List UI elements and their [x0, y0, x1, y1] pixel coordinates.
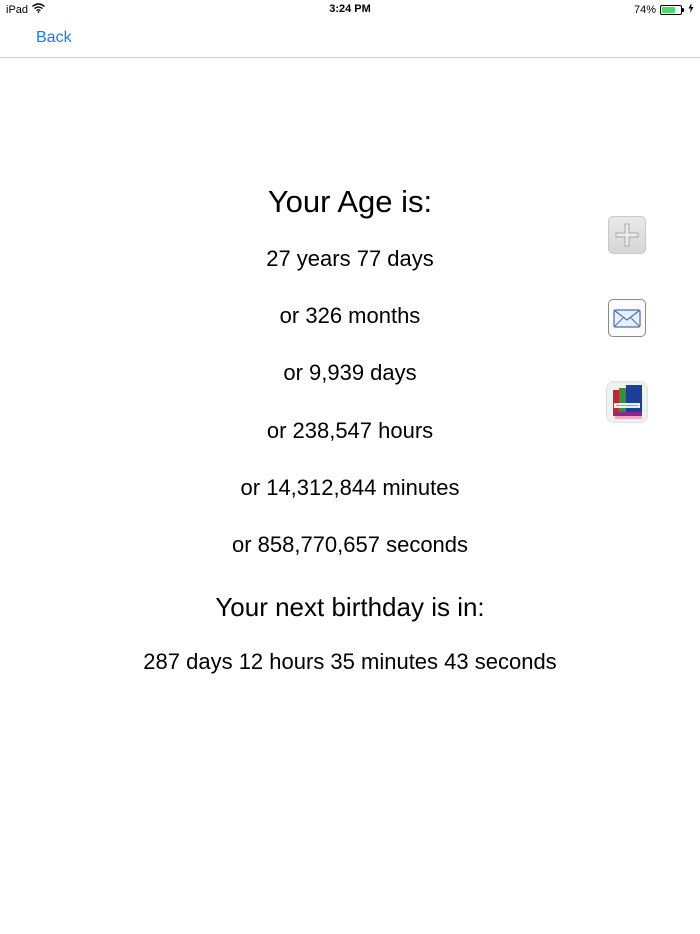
age-heading: Your Age is: — [267, 184, 433, 219]
back-button[interactable]: Back — [36, 29, 72, 47]
status-right: 74% — [634, 3, 694, 16]
battery-body — [660, 4, 682, 15]
navigation-bar: Back — [0, 20, 700, 58]
age-hours: or 238,547 hours — [266, 418, 434, 443]
age-years-days: 27 years 77 days — [266, 246, 434, 271]
age-minutes: or 14,312,844 minutes — [240, 475, 460, 500]
status-bar: iPad 3:24 PM 74% — [0, 0, 700, 20]
charging-icon — [688, 3, 694, 16]
battery-fill — [662, 6, 675, 13]
battery-percent: 74% — [633, 3, 656, 16]
mail-button[interactable] — [608, 299, 646, 337]
add-button[interactable] — [608, 216, 646, 254]
age-seconds: or 858,770,657 seconds — [231, 532, 469, 557]
birthday-heading: Your next birthday is in: — [215, 592, 485, 622]
envelope-icon — [609, 309, 645, 340]
battery-icon — [660, 4, 684, 15]
foxy-papers-app-button[interactable] — [606, 381, 648, 423]
plus-icon — [609, 223, 645, 257]
age-months: or 326 months — [279, 303, 421, 328]
foxy-papers-app-icon — [607, 385, 647, 422]
age-days: or 9,939 days — [283, 360, 417, 385]
status-time: 3:24 PM — [329, 3, 371, 15]
birthday-countdown: 287 days 12 hours 35 minutes 43 seconds — [143, 649, 557, 674]
battery-cap — [682, 7, 684, 12]
